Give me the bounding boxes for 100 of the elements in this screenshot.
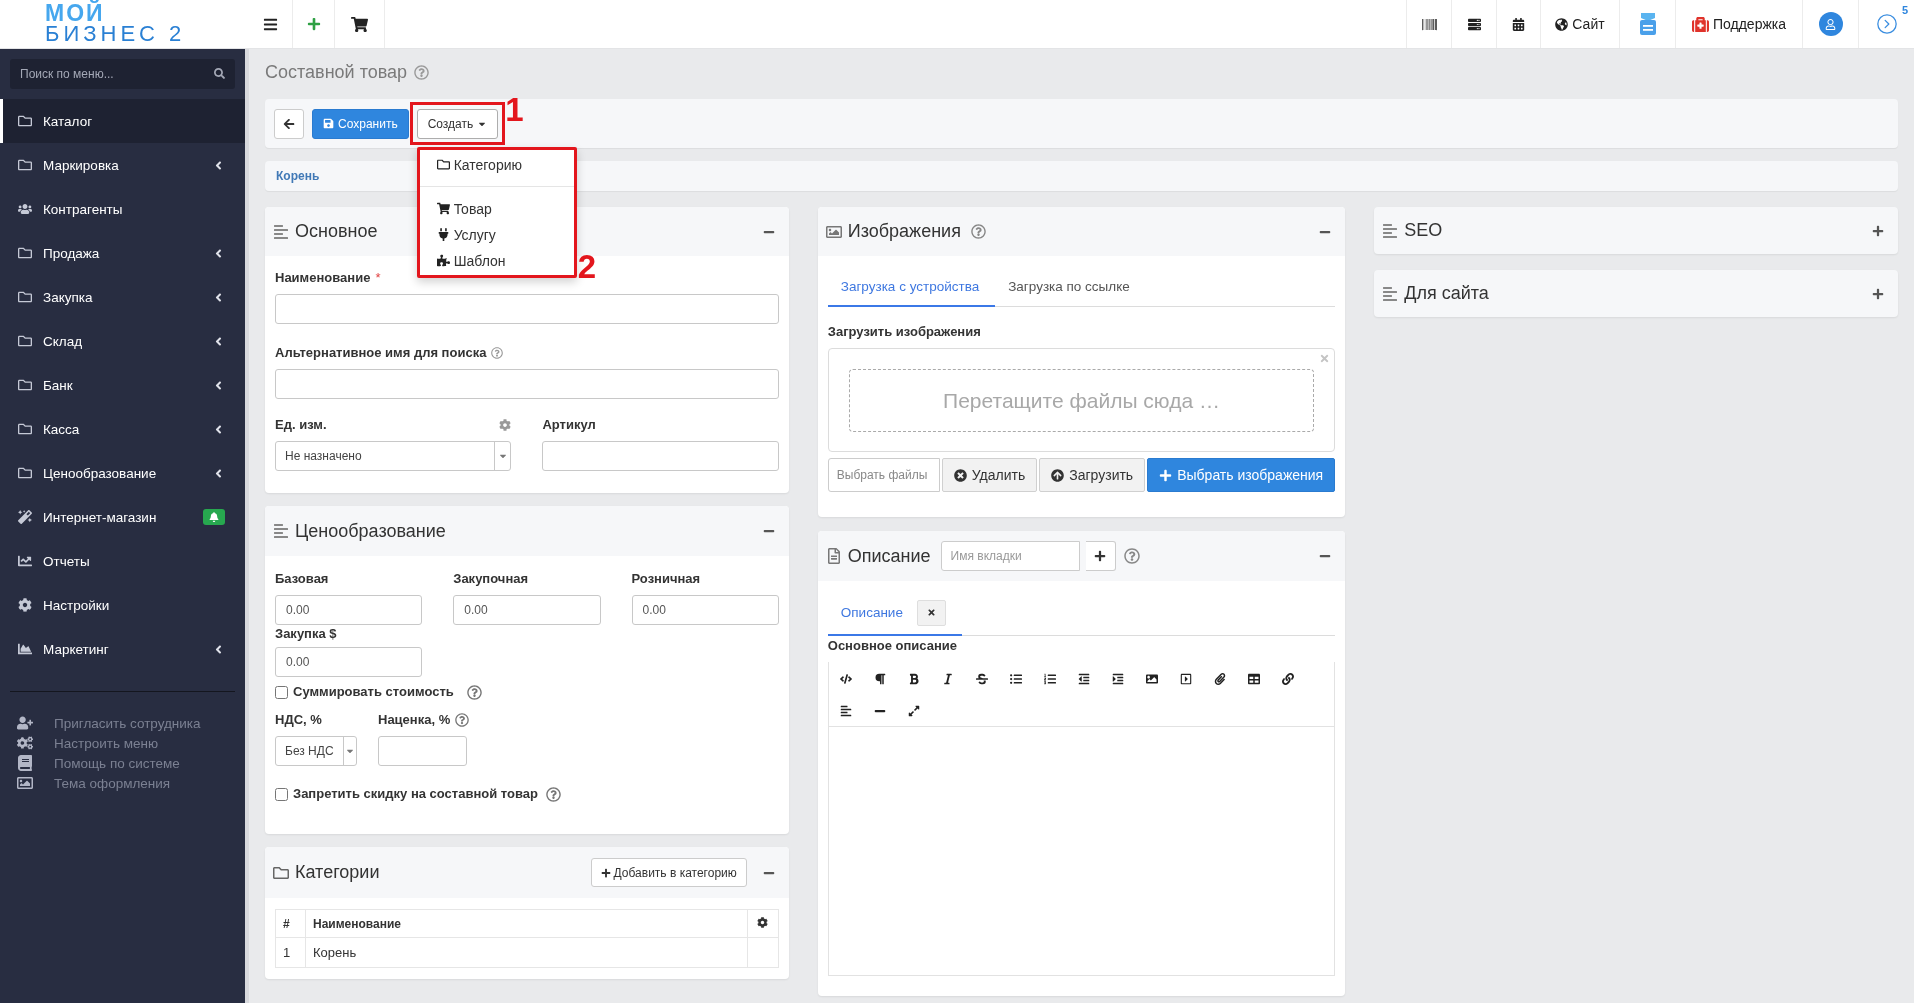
field-label: Ед. изм. (275, 417, 327, 433)
plus-icon[interactable] (1872, 287, 1884, 300)
paperclip-icon[interactable] (1213, 673, 1226, 685)
field-label: Загрузить изображения (827, 324, 981, 340)
field-label: Артикул (542, 417, 596, 433)
sidebar-item[interactable]: Склад (0, 319, 245, 363)
help-icon[interactable] (455, 713, 470, 727)
puzzle-icon (436, 254, 450, 267)
logo[interactable]: МОЙ БИЗНЕС 2 (45, 2, 186, 46)
sidebar-item[interactable]: Контрагенты (0, 187, 245, 231)
upload-action-button[interactable]: Загрузить (1039, 458, 1146, 492)
input-field[interactable]: 0.00 (453, 595, 601, 625)
tab-close-button[interactable] (916, 599, 946, 626)
menu-item[interactable]: Услугу (419, 221, 574, 248)
sidebar-item[interactable]: Интернет-магазин (0, 495, 245, 539)
footer-link[interactable]: Помощь по системе (15, 753, 245, 773)
back-button[interactable] (274, 108, 304, 139)
image-icon[interactable] (1145, 673, 1158, 685)
sidebar-item[interactable]: Закупка (0, 275, 245, 319)
site-link[interactable]: Сайт (1555, 16, 1605, 32)
vat-select[interactable]: Без НДС (275, 736, 357, 766)
input-field[interactable]: 0.00 (275, 647, 423, 677)
help-icon[interactable] (970, 224, 986, 239)
server-icon[interactable] (1467, 17, 1481, 31)
settings-icon[interactable] (757, 917, 769, 928)
menu-icon[interactable] (263, 16, 278, 32)
sidebar-item[interactable]: Ценообразование (0, 451, 245, 495)
plus-icon[interactable] (1872, 224, 1884, 237)
upload-action-button[interactable]: Удалить (941, 458, 1038, 492)
input-field[interactable] (542, 441, 779, 471)
input-field[interactable] (275, 369, 779, 399)
footer-link[interactable]: Тема оформления (15, 773, 245, 793)
upload-action-button[interactable]: Выбрать изображения (1147, 458, 1336, 492)
footer-link[interactable]: Пригласить сотрудника (15, 713, 245, 733)
document-icon[interactable] (1638, 12, 1657, 36)
add-tab-button[interactable] (1085, 541, 1116, 571)
checkbox[interactable] (275, 787, 288, 801)
barcode-icon[interactable] (1421, 16, 1437, 32)
calendar-icon[interactable] (1512, 17, 1525, 31)
chevron-circle-icon[interactable] (1875, 13, 1898, 35)
sidebar-item[interactable]: Каталог (0, 99, 245, 143)
tab[interactable]: Загрузка по ссылке (995, 267, 1146, 307)
tab[interactable]: Описание (827, 591, 962, 636)
add-to-category-button[interactable]: Добавить в категорию (590, 858, 747, 887)
field-label: Основное описание (827, 638, 958, 654)
link-icon[interactable] (1281, 673, 1294, 685)
cart-icon[interactable] (351, 15, 368, 33)
search-field[interactable]: Поиск по меню... (10, 59, 235, 89)
menu-item[interactable]: Шаблон (419, 247, 574, 274)
input-field[interactable] (275, 294, 779, 324)
sidebar-item[interactable]: Банк (0, 363, 245, 407)
folder-icon (17, 334, 32, 348)
align-left-icon[interactable] (839, 705, 852, 717)
support-link[interactable]: Поддержка (1691, 15, 1786, 33)
footer-link[interactable]: Настроить меню (15, 733, 245, 753)
column-header: # (275, 909, 306, 938)
sidebar-item[interactable]: Маркетинг (0, 627, 245, 671)
tab-name-field[interactable]: Имя вкладки (940, 541, 1080, 571)
checkbox[interactable] (275, 685, 288, 699)
folder-icon (17, 290, 32, 304)
folder-icon (17, 158, 32, 172)
sidebar-item[interactable]: Настройки (0, 583, 245, 627)
checkbox-label: Запретить скидку на составной товар (293, 786, 538, 802)
user-avatar-icon[interactable] (1818, 12, 1843, 36)
save-icon (323, 118, 334, 129)
breadcrumb-link[interactable]: Корень (276, 169, 320, 183)
help-icon[interactable] (1123, 548, 1140, 564)
bulleted-list-icon[interactable] (1009, 673, 1022, 685)
tab[interactable]: Загрузка с устройства (827, 267, 996, 307)
unit-select[interactable]: Не назначено (275, 441, 512, 471)
create-button[interactable]: Создать (416, 108, 499, 139)
input-field[interactable]: 0.00 (275, 595, 423, 625)
sidebar-item[interactable]: Касса (0, 407, 245, 451)
outdent-icon[interactable] (1077, 673, 1090, 685)
indent-icon[interactable] (1111, 673, 1124, 685)
annotation-number: 1 (505, 92, 524, 126)
numbered-list-icon[interactable] (1043, 673, 1056, 685)
input-field[interactable]: 0.00 (631, 595, 779, 625)
help-icon[interactable] (545, 786, 561, 802)
help-icon[interactable] (491, 347, 504, 359)
italic-icon[interactable] (941, 673, 954, 685)
sidebar-item[interactable]: Отчеты (0, 539, 245, 583)
paragraph-icon[interactable] (873, 673, 886, 685)
menu-item[interactable]: Категорию (419, 151, 574, 178)
menu-item[interactable]: Товар (419, 195, 574, 222)
sidebar-item[interactable]: Маркировка (0, 143, 245, 187)
video-icon[interactable] (1179, 673, 1192, 685)
save-button[interactable]: Сохранить (312, 108, 409, 139)
strikethrough-icon[interactable] (975, 673, 988, 685)
code-icon[interactable] (839, 673, 852, 685)
table-icon[interactable] (1247, 673, 1260, 685)
document-icon (825, 548, 842, 564)
sidebar-item[interactable]: Продажа (0, 231, 245, 275)
search-icon[interactable] (214, 68, 225, 79)
file-field[interactable]: Выбрать файлы (827, 458, 940, 492)
bold-icon[interactable] (907, 673, 920, 685)
input-field[interactable] (378, 736, 467, 766)
help-icon[interactable] (466, 684, 482, 700)
plus-icon[interactable] (306, 17, 321, 31)
fullscreen-icon[interactable] (907, 705, 920, 717)
